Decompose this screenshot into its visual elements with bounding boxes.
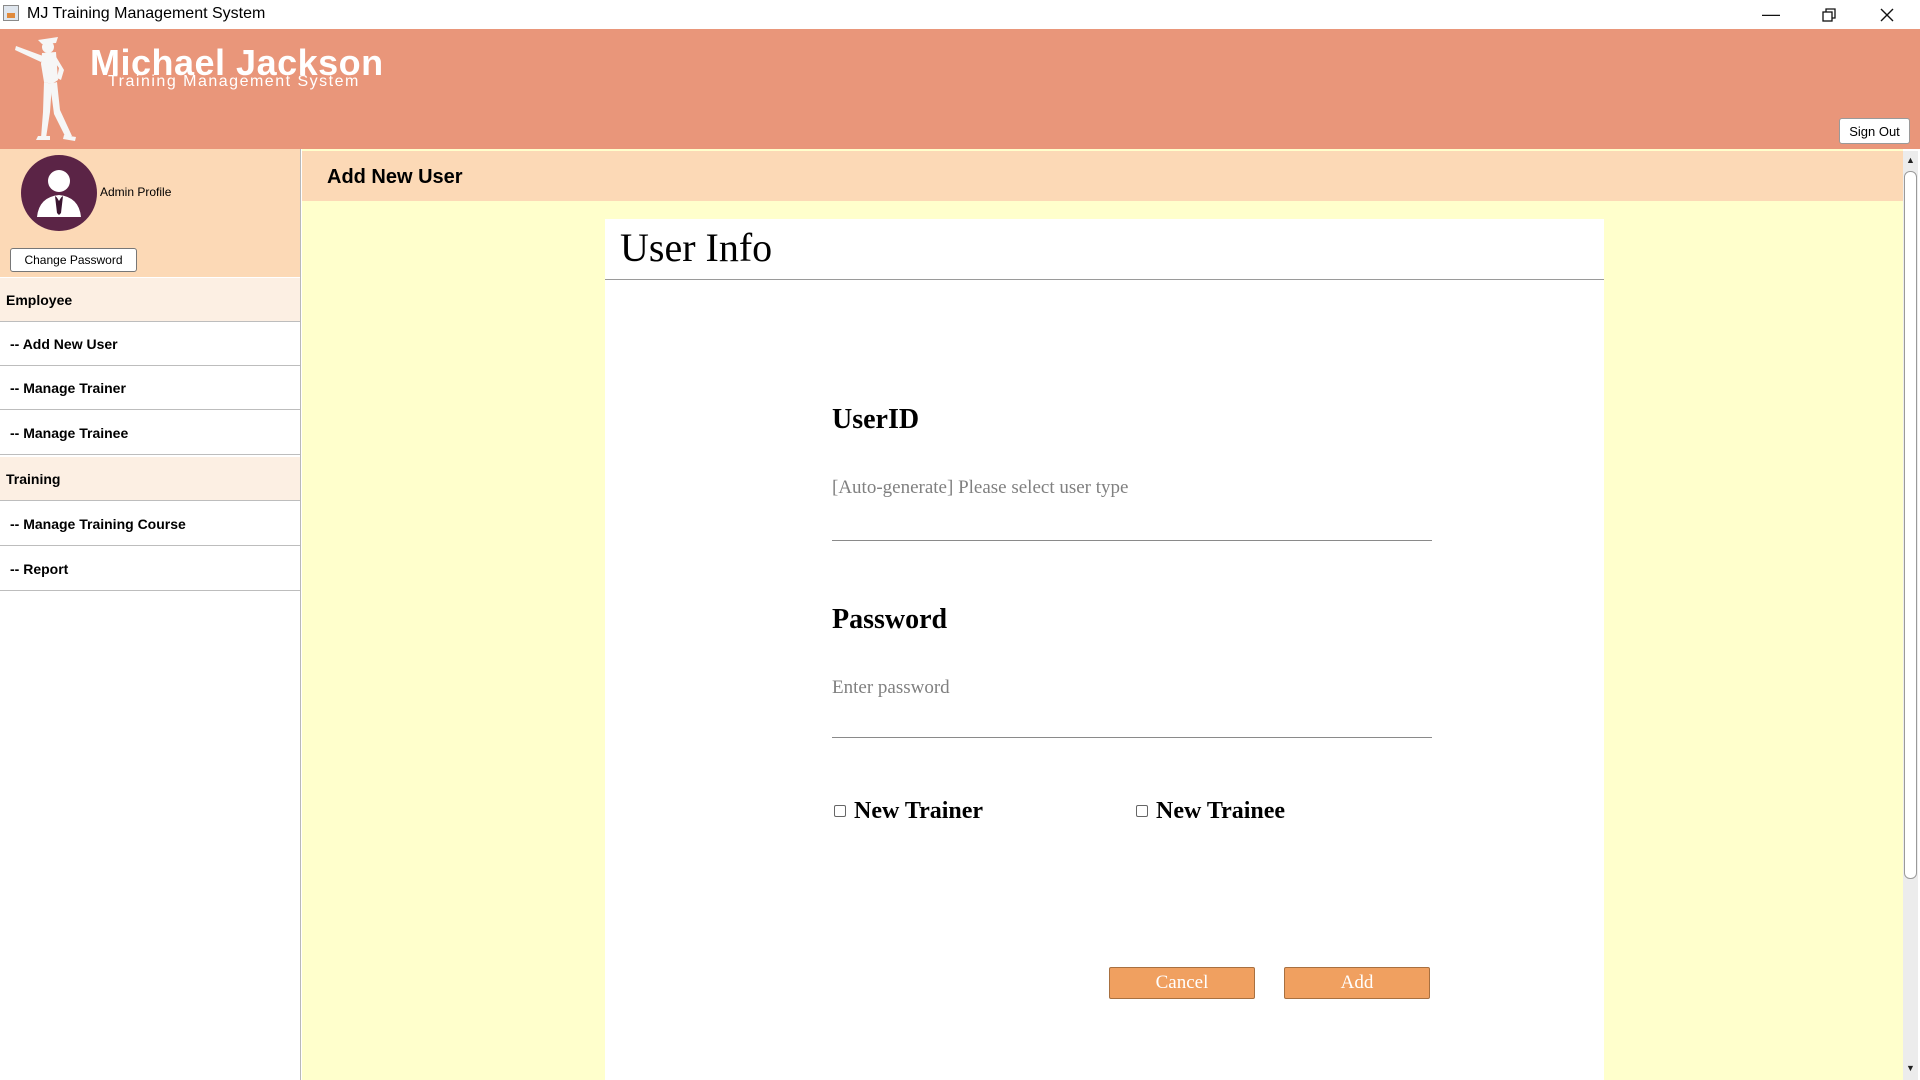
scroll-up-icon[interactable]: ▲ — [1903, 152, 1918, 168]
userid-underline — [832, 540, 1432, 541]
admin-profile-label: Admin Profile — [100, 185, 172, 199]
restore-icon[interactable] — [1800, 0, 1858, 29]
password-input[interactable]: Enter password — [832, 677, 950, 699]
new-trainer-label[interactable]: New Trainer — [854, 798, 983, 825]
sidebar-section-training: Training — [0, 457, 300, 501]
window-titlebar — [0, 0, 1920, 29]
page-title: Add New User — [327, 166, 463, 188]
admin-avatar-icon — [21, 155, 97, 231]
change-password-button[interactable]: Change Password — [10, 248, 137, 272]
new-trainee-checkbox[interactable] — [1136, 805, 1148, 817]
sidebar-section-employee: Employee — [0, 278, 300, 322]
app-icon — [3, 5, 19, 21]
password-label: Password — [832, 604, 948, 635]
content-header — [302, 151, 1903, 201]
sign-out-button[interactable]: Sign Out — [1839, 118, 1910, 144]
new-trainer-checkbox[interactable] — [834, 805, 846, 817]
window-title: MJ Training Management System — [27, 5, 266, 22]
new-trainee-label[interactable]: New Trainee — [1156, 798, 1285, 825]
sidebar-item-add-new-user[interactable]: -- Add New User — [0, 322, 300, 366]
sidebar-item-manage-training-course[interactable]: -- Manage Training Course — [0, 502, 300, 546]
cancel-button[interactable]: Cancel — [1109, 967, 1255, 999]
brand-subtitle: Training Management System — [108, 73, 360, 90]
scroll-down-icon[interactable]: ▼ — [1903, 1060, 1918, 1076]
userid-label: UserID — [832, 404, 920, 435]
close-icon[interactable] — [1858, 0, 1916, 29]
scrollbar-thumb[interactable] — [1904, 171, 1917, 879]
sidebar-item-report[interactable]: -- Report — [0, 547, 300, 591]
userid-field: [Auto-generate] Please select user type — [832, 477, 1129, 498]
add-button[interactable]: Add — [1284, 967, 1430, 999]
minimize-icon[interactable]: — — [1742, 0, 1800, 29]
user-info-card — [605, 219, 1604, 1080]
card-title: User Info — [620, 225, 773, 270]
sidebar-item-manage-trainee[interactable]: -- Manage Trainee — [0, 411, 300, 455]
card-divider — [605, 279, 1604, 280]
password-underline — [832, 737, 1432, 738]
dancer-silhouette-logo — [12, 34, 90, 144]
sidebar-item-manage-trainer[interactable]: -- Manage Trainer — [0, 366, 300, 410]
